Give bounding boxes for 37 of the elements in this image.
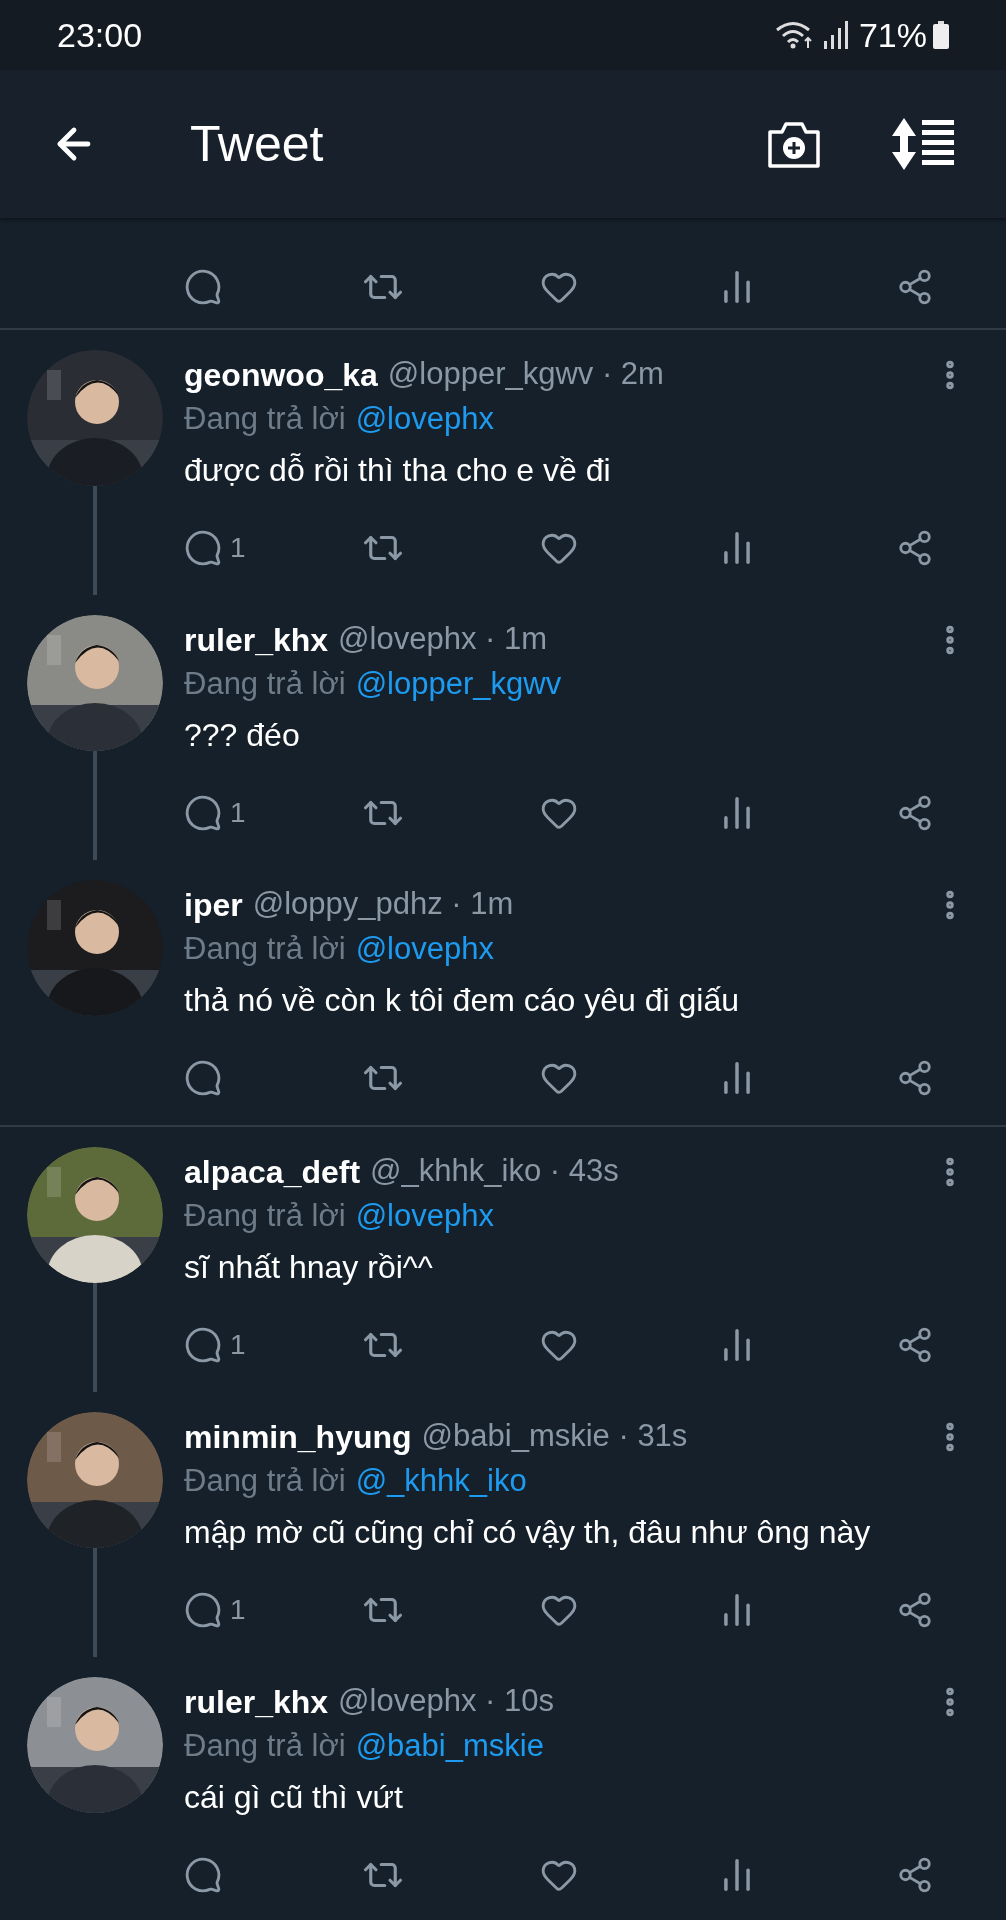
replying-label: Đang trả lời [184, 1197, 346, 1236]
clock-time: 23:00 [57, 14, 143, 56]
tweet-text: mập mờ cũ cũng chỉ có vậy th, đâu như ông này [184, 1513, 871, 1552]
tweet-text: cái gì cũ thì vứt [184, 1778, 403, 1817]
replying-label: Đang trả lời [184, 1462, 346, 1501]
handle-and-time: @lopper_kgwv · 2m [387, 355, 664, 394]
tweet-text: thả nó về còn k tôi đem cáo yêu đi giấu [184, 981, 739, 1020]
mention-link[interactable]: @lovephx [355, 926, 494, 973]
replying-label: Đang trả lời [184, 400, 346, 439]
mention-link[interactable]: @lopper_kgwv [355, 661, 562, 708]
replying-label: Đang trả lời [184, 665, 346, 704]
tweet-text: ??? đéo [184, 716, 300, 755]
display-name[interactable]: iper [184, 880, 243, 929]
mention-link[interactable]: @lovephx [355, 396, 494, 443]
page-title: Tweet [190, 114, 324, 174]
reply-button[interactable]: 1 [184, 1324, 246, 1366]
mention-link[interactable]: @babi_mskie [355, 1723, 544, 1770]
replying-label: Đang trả lời [184, 930, 346, 969]
mention-link[interactable]: @lovephx [355, 1193, 494, 1240]
battery-percentage: 71% [858, 14, 927, 56]
display-name[interactable]: alpaca_deft [184, 1147, 361, 1196]
handle-and-time: @babi_mskie · 31s [421, 1417, 688, 1456]
reply-button[interactable]: 1 [184, 792, 246, 834]
display-name[interactable]: geonwoo_ka [184, 350, 378, 399]
mention-link[interactable]: @_khhk_iko [355, 1458, 527, 1505]
handle-and-time: @lovephx · 1m [338, 620, 547, 659]
display-name[interactable]: ruler_khx [184, 1677, 329, 1726]
handle-and-time: @loppy_pdhz · 1m [252, 885, 514, 924]
display-name[interactable]: ruler_khx [184, 615, 329, 664]
handle-and-time: @lovephx · 10s [338, 1682, 554, 1721]
reply-button[interactable]: 1 [184, 1589, 246, 1631]
handle-and-time: @_khhk_iko · 43s [370, 1152, 619, 1191]
display-name[interactable]: minmin_hyung [184, 1412, 412, 1461]
tweet-text: được dỗ rồi thì tha cho e về đi [184, 451, 611, 490]
replying-label: Đang trả lời [184, 1727, 346, 1766]
reply-button[interactable]: 1 [184, 527, 246, 569]
tweet-text: sĩ nhất hnay rồi^^ [184, 1248, 433, 1287]
